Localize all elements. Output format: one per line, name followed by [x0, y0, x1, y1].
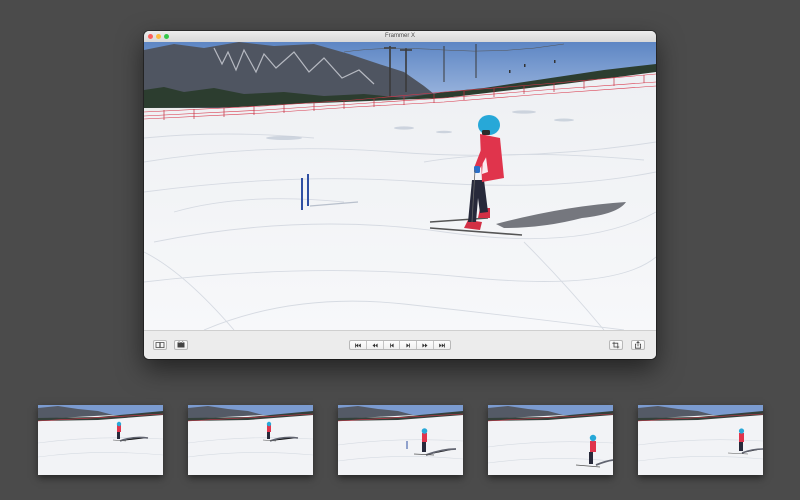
video-frame[interactable] — [144, 42, 656, 330]
filmstrip-frame-5[interactable] — [638, 405, 763, 475]
rewind-button[interactable] — [367, 341, 384, 349]
share-button[interactable] — [631, 340, 645, 350]
book-view-button[interactable] — [153, 340, 167, 350]
crop-button[interactable] — [609, 340, 623, 350]
book-icon — [155, 342, 165, 348]
filmstrip-frame-2[interactable] — [188, 405, 313, 475]
skip-back-icon — [354, 343, 361, 347]
rewind-icon — [372, 343, 378, 347]
film-icon — [177, 341, 185, 348]
step-forward-button[interactable] — [400, 341, 418, 349]
step-forward-icon — [406, 343, 411, 347]
filmstrip-frame-4[interactable] — [488, 405, 613, 475]
fast-forward-button[interactable] — [417, 341, 435, 349]
skip-forward-icon — [439, 343, 446, 347]
transport-controls — [349, 340, 451, 350]
skip-to-end-button[interactable] — [434, 341, 450, 349]
step-back-icon — [389, 343, 394, 347]
far-slope — [144, 72, 656, 330]
share-icon — [635, 341, 641, 349]
crop-icon — [612, 341, 620, 349]
framer-window: Frammer X — [144, 31, 656, 359]
filmstrip-frame-1[interactable] — [38, 405, 163, 475]
filmstrip-button[interactable] — [174, 340, 188, 350]
fast-forward-icon — [422, 343, 428, 347]
step-back-button[interactable] — [384, 341, 401, 349]
control-bar — [144, 330, 656, 359]
skip-to-start-button[interactable] — [350, 341, 367, 349]
window-title: Frammer X — [385, 33, 415, 39]
filmstrip-frame-3[interactable] — [338, 405, 463, 475]
